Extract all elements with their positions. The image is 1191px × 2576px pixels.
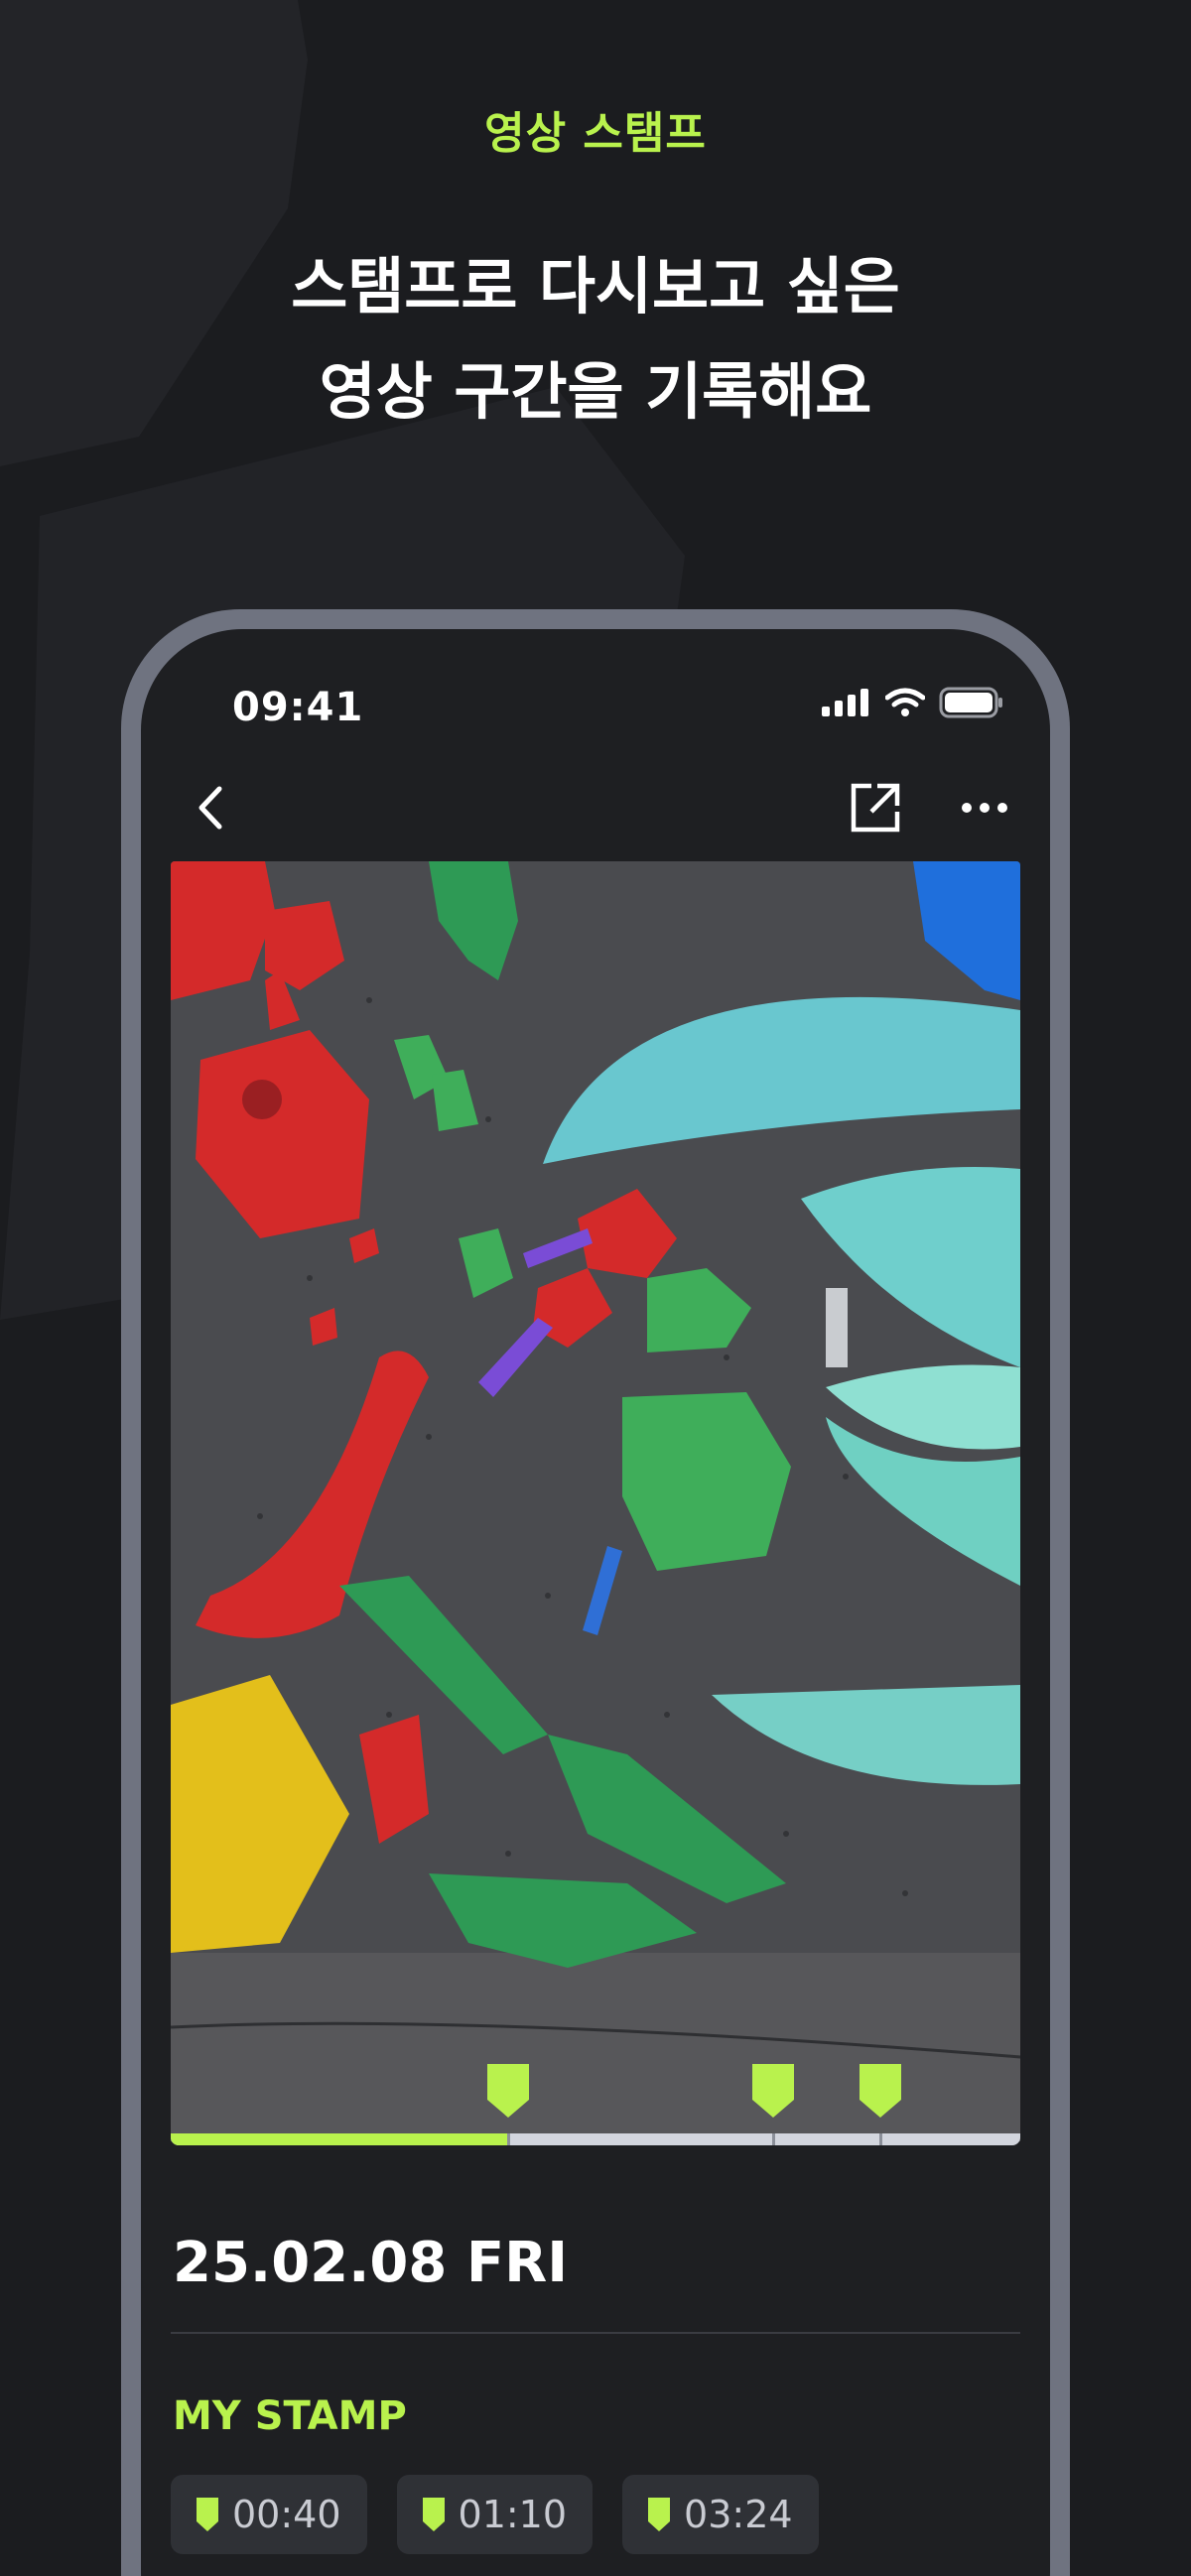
status-icons — [822, 687, 1004, 718]
wifi-icon — [885, 688, 925, 716]
stamp-marker-icon[interactable] — [752, 2064, 794, 2118]
stamp-chip[interactable]: 01:10 — [396, 2475, 594, 2554]
stamp-chip[interactable]: 00:40 — [171, 2475, 367, 2554]
stamp-icon — [422, 2498, 445, 2531]
stamp-chip-list: 00:40 01:10 03:24 — [171, 2475, 819, 2554]
stamp-tick — [772, 2133, 775, 2145]
headline-line-2: 영상 구간을 기록해요 — [319, 355, 872, 428]
stamp-marker-icon[interactable] — [860, 2064, 901, 2118]
more-button[interactable] — [955, 778, 1014, 837]
divider — [171, 2332, 1020, 2334]
climbing-wall-video-frame — [171, 861, 1020, 2141]
progress-fill — [171, 2133, 511, 2145]
share-button[interactable] — [846, 778, 905, 837]
headline-line-1: 스탬프로 다시보고 싶은 — [291, 250, 900, 322]
ellipsis-icon — [962, 803, 1007, 813]
battery-icon — [939, 687, 1002, 718]
stamp-tick — [507, 2133, 510, 2145]
phone-screen: 09:41 25.02.08 FRI MY STAMP 00:40 01:10 … — [141, 629, 1050, 2576]
signal-icon — [822, 689, 868, 716]
stamp-time: 03:24 — [684, 2493, 793, 2536]
record-date: 25.02.08 FRI — [173, 2231, 569, 2295]
phone-frame: 09:41 25.02.08 FRI MY STAMP 00:40 01:10 … — [121, 609, 1070, 2576]
external-share-icon — [851, 783, 900, 833]
stamp-marker-icon[interactable] — [487, 2064, 529, 2118]
stamp-chip[interactable]: 03:24 — [622, 2475, 819, 2554]
promo-page: 영상 스탬프 스탬프로 다시보고 싶은 영상 구간을 기록해요 09:41 25… — [0, 0, 1191, 2576]
back-button[interactable] — [181, 778, 240, 837]
video-progress-bar[interactable] — [171, 2133, 1020, 2145]
chevron-left-icon — [198, 786, 222, 830]
feature-headline: 스탬프로 다시보고 싶은 영상 구간을 기록해요 — [0, 234, 1191, 445]
video-player[interactable] — [171, 861, 1020, 2141]
stamp-icon — [648, 2498, 671, 2531]
stamp-icon — [197, 2498, 218, 2531]
status-time: 09:41 — [232, 685, 364, 730]
stamp-time: 01:10 — [458, 2493, 568, 2536]
feature-eyebrow: 영상 스탬프 — [484, 108, 707, 159]
my-stamp-title: MY STAMP — [173, 2393, 407, 2439]
stamp-time: 00:40 — [232, 2493, 341, 2536]
stamp-tick — [879, 2133, 882, 2145]
